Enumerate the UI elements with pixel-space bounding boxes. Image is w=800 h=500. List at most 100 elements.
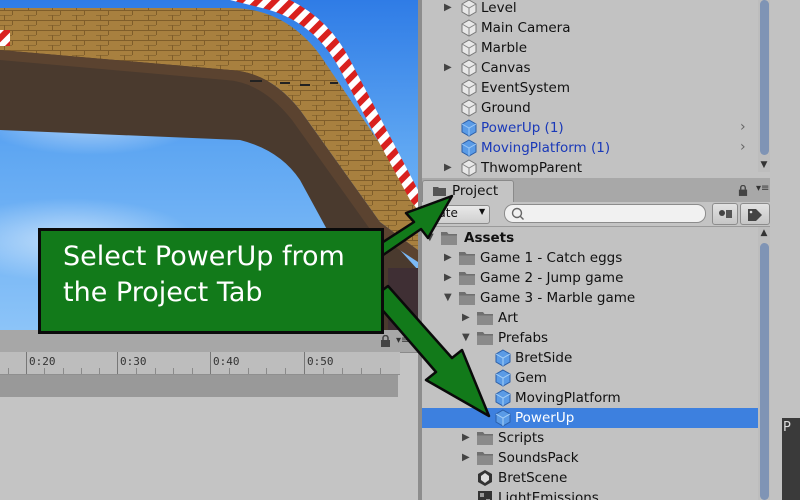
tick-label: 0:50 [307,355,334,368]
tick-mark [285,368,286,374]
panel-menu-icon[interactable]: ▾≡ [756,183,769,194]
tick-mark [323,368,324,374]
search-input[interactable] [504,204,706,223]
prefab-cube-icon [495,369,511,387]
tick-mark [44,368,45,374]
project-item-art[interactable]: ▶ Art [422,308,758,328]
search-icon [511,207,524,220]
project-item-label: PowerUp [515,410,575,426]
filter-by-label-button[interactable] [740,203,770,225]
unity-scene-icon [478,470,492,486]
hierarchy-item-marble[interactable]: Marble [422,38,774,58]
filter-by-type-button[interactable] [712,203,738,225]
project-item-powerup[interactable]: PowerUp [422,408,758,428]
project-item-label: SoundsPack [498,450,579,466]
expand-arrow-icon[interactable]: ▶ [444,272,452,283]
tab-label: Project [452,183,499,199]
gameobject-cube-icon [461,79,477,97]
hierarchy-item-movingplatform-1[interactable]: MovingPlatform (1) › [422,138,774,158]
project-item-game-3-marble-game[interactable]: ▼ Game 3 - Marble game [422,288,758,308]
scroll-up-icon[interactable]: ▲ [758,228,770,238]
hierarchy-item-main-camera[interactable]: Main Camera [422,18,774,38]
create-button[interactable]: eate ▼ [422,205,490,224]
folder-icon [459,272,475,285]
hierarchy-item-level[interactable]: ▶ Level [422,0,774,18]
hierarchy-item-canvas[interactable]: ▶ Canvas [422,58,774,78]
hierarchy-panel: ▶ Level Main Camera Marble ▶ Canvas Even… [422,0,800,178]
hierarchy-item-thwompparent[interactable]: ▶ ThwompParent [422,158,774,178]
project-item-label: Game 3 - Marble game [480,290,636,306]
folder-icon [441,232,457,245]
collapse-arrow-icon[interactable]: ▼ [426,232,434,243]
project-item-scripts[interactable]: ▶ Scripts [422,428,758,448]
lock-icon[interactable] [380,335,391,347]
hierarchy-item-label: Level [481,0,517,16]
timeline-ruler[interactable]: 0:20 0:30 0:40 0:50 [0,352,400,375]
prefab-cube-icon [495,349,511,367]
collapse-arrow-icon[interactable]: ▼ [444,292,452,303]
tick-mark [81,368,82,374]
hierarchy-item-powerup-1[interactable]: PowerUp (1) › [422,118,774,138]
project-item-game-2-jump-game[interactable]: ▶ Game 2 - Jump game [422,268,758,288]
tab-project[interactable]: Project [422,180,514,203]
tick-mark [304,352,305,374]
project-item-label: BretScene [498,470,568,486]
hierarchy-item-label: Ground [481,100,531,116]
dropdown-caret-icon: ▼ [479,207,486,216]
hierarchy-item-ground[interactable]: Ground [422,98,774,118]
label-tag-icon [748,209,762,221]
expand-arrow-icon[interactable]: ▶ [462,312,470,323]
project-item-lightemissions[interactable]: LightEmissions [422,488,758,500]
hierarchy-item-label: PowerUp (1) [481,120,564,136]
hierarchy-item-label: Marble [481,40,528,56]
tick-mark [136,368,137,374]
gameobject-cube-icon [461,39,477,57]
timeline-track[interactable] [0,375,398,397]
project-item-game-1-catch-eggs[interactable]: ▶ Game 1 - Catch eggs [422,248,758,268]
project-item-prefabs[interactable]: ▼ Prefabs [422,328,758,348]
project-item-soundspack[interactable]: ▶ SoundsPack [422,448,758,468]
project-item-assets[interactable]: ▼ Assets [422,228,758,248]
hierarchy-item-eventsystem[interactable]: EventSystem [422,78,774,98]
project-item-movingplatform[interactable]: MovingPlatform [422,388,758,408]
project-item-label: Scripts [498,430,545,446]
expand-arrow-icon[interactable]: ▶ [444,162,452,173]
tick-mark [63,368,64,374]
tick-mark [361,368,362,374]
project-item-label: Gem [515,370,547,386]
expand-arrow-icon[interactable]: ▶ [462,432,470,443]
project-item-bretscene[interactable]: BretScene [422,468,758,488]
tick-mark [210,352,211,374]
expand-arrow-icon[interactable]: ▶ [444,252,452,263]
project-scrollbar[interactable] [758,227,770,500]
tick-mark [26,352,27,374]
texture-icon [478,491,492,500]
hierarchy-scrollbar[interactable] [758,0,770,172]
project-item-gem[interactable]: Gem [422,368,758,388]
prefab-cube-icon [461,139,477,157]
scrollbar-thumb[interactable] [760,243,769,500]
chevron-right-icon[interactable]: › [740,139,746,155]
hierarchy-item-label: MovingPlatform (1) [481,140,611,156]
collapse-arrow-icon[interactable]: ▼ [462,332,470,343]
tick-label: 0:30 [120,355,147,368]
lock-icon[interactable] [738,185,748,196]
expand-arrow-icon[interactable]: ▶ [444,2,452,13]
project-item-label: LightEmissions [498,490,599,500]
instruction-callout: Select PowerUp from the Project Tab [38,228,384,334]
tick-mark [229,368,230,374]
scrollbar-thumb[interactable] [760,0,769,155]
project-item-label: BretSide [515,350,573,366]
tick-mark [380,368,381,374]
tick-mark [117,352,118,374]
project-item-bretside[interactable]: BretSide [422,348,758,368]
panel-menu-icon[interactable]: ▾≡ [396,335,409,346]
prefab-cube-icon [495,409,511,427]
gameobject-cube-icon [461,0,477,17]
chevron-right-icon[interactable]: › [740,119,746,135]
scroll-down-icon[interactable]: ▼ [758,160,770,170]
expand-arrow-icon[interactable]: ▶ [444,62,452,73]
hierarchy-item-label: Canvas [481,60,531,76]
expand-arrow-icon[interactable]: ▶ [462,452,470,463]
gameobject-cube-icon [461,159,477,177]
